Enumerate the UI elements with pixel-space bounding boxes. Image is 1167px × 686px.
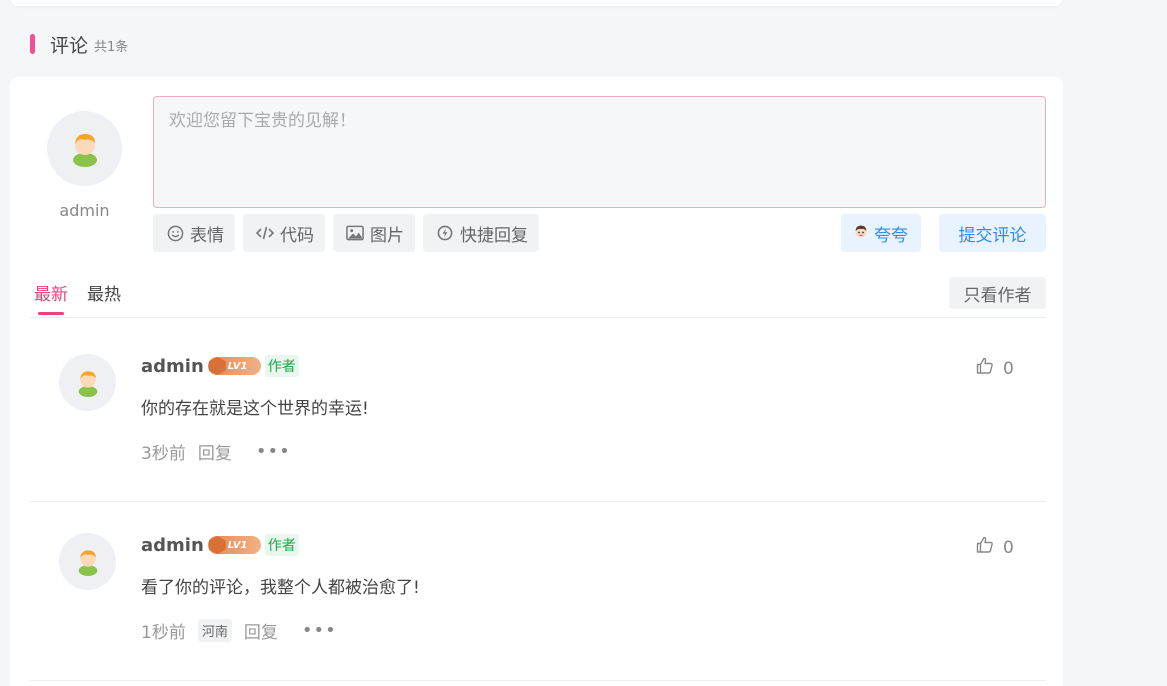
like-count: 0 xyxy=(1003,358,1014,379)
region-badge: 河南 xyxy=(197,619,232,642)
composer-toolbar: 表情 代码 图片 快捷回复 xyxy=(153,214,539,252)
comment-count: 共1条 xyxy=(94,40,129,55)
code-button-label: 代码 xyxy=(280,225,314,246)
more-options-icon[interactable]: ••• xyxy=(302,620,337,641)
image-icon xyxy=(346,224,364,242)
level-badge: LV1 xyxy=(207,357,261,375)
comment-text: 你的存在就是这个世界的幸运! xyxy=(141,399,369,419)
section-accent-bar xyxy=(30,34,35,54)
thumbs-up-icon xyxy=(976,357,994,380)
comment-text: 看了你的评论，我整个人都被治愈了! xyxy=(141,578,420,598)
author-badge: 作者 xyxy=(264,355,299,377)
emoji-button[interactable]: 表情 xyxy=(153,214,235,252)
emoji-button-label: 表情 xyxy=(190,225,224,246)
comment-header: admin LV1 作者 xyxy=(141,534,299,556)
user-avatar-icon xyxy=(72,133,97,167)
reply-button[interactable]: 回复 xyxy=(244,618,278,643)
comment-author[interactable]: admin xyxy=(141,535,204,556)
current-user-avatar xyxy=(47,111,122,186)
tab-newest[interactable]: 最新 xyxy=(34,280,68,315)
quick-reply-button[interactable]: 快捷回复 xyxy=(423,214,539,252)
code-icon xyxy=(256,224,274,242)
thumbs-up-icon xyxy=(976,536,994,559)
sort-tabs: 最新 最热 xyxy=(34,280,121,315)
like-button[interactable]: 0 xyxy=(976,357,1014,380)
current-user-name: admin xyxy=(59,201,110,220)
kuakua-icon xyxy=(854,223,868,243)
tab-hottest[interactable]: 最热 xyxy=(87,280,121,313)
comment-meta: 1秒前 河南 回复 ••• xyxy=(141,618,337,643)
comment-time: 3秒前 xyxy=(141,444,186,464)
reply-button[interactable]: 回复 xyxy=(198,439,232,464)
comment-author[interactable]: admin xyxy=(141,356,204,377)
comment-time: 1秒前 xyxy=(141,623,186,643)
more-options-icon[interactable]: ••• xyxy=(256,441,291,462)
comment-item: admin LV1 作者 你的存在就是这个世界的幸运! 3秒前 回复 ••• 0 xyxy=(10,317,1063,497)
quick-reply-icon xyxy=(436,224,454,242)
only-author-button[interactable]: 只看作者 xyxy=(949,277,1046,309)
like-count: 0 xyxy=(1003,537,1014,558)
section-title: 评论 xyxy=(50,34,89,57)
kuakua-button[interactable]: 夸夸 xyxy=(841,214,921,252)
smile-icon xyxy=(166,224,184,242)
comment-textarea[interactable]: 欢迎您留下宝贵的见解！ xyxy=(153,96,1046,208)
comment-avatar[interactable] xyxy=(59,533,116,590)
comment-avatar[interactable] xyxy=(59,354,116,411)
user-avatar-icon xyxy=(78,370,97,397)
code-button[interactable]: 代码 xyxy=(243,214,325,252)
comment-header: admin LV1 作者 xyxy=(141,355,299,377)
quick-reply-button-label: 快捷回复 xyxy=(460,225,528,246)
divider xyxy=(29,680,1046,681)
submit-comment-button[interactable]: 提交评论 xyxy=(939,214,1046,252)
author-badge: 作者 xyxy=(264,534,299,556)
image-button[interactable]: 图片 xyxy=(333,214,415,252)
comment-meta: 3秒前 回复 ••• xyxy=(141,439,291,464)
previous-card xyxy=(10,0,1063,6)
comments-card: admin 欢迎您留下宝贵的见解！ 表情 代码 图片 快捷回复 夸夸 提交评论 … xyxy=(10,77,1063,686)
kuakua-label: 夸夸 xyxy=(874,225,908,246)
comment-item: admin LV1 作者 看了你的评论，我整个人都被治愈了! 1秒前 河南 回复… xyxy=(10,496,1063,676)
level-badge: LV1 xyxy=(207,536,261,554)
user-avatar-icon xyxy=(78,549,97,576)
like-button[interactable]: 0 xyxy=(976,536,1014,559)
comments-section-header: 评论 共1条 xyxy=(30,32,129,57)
image-button-label: 图片 xyxy=(370,225,404,246)
